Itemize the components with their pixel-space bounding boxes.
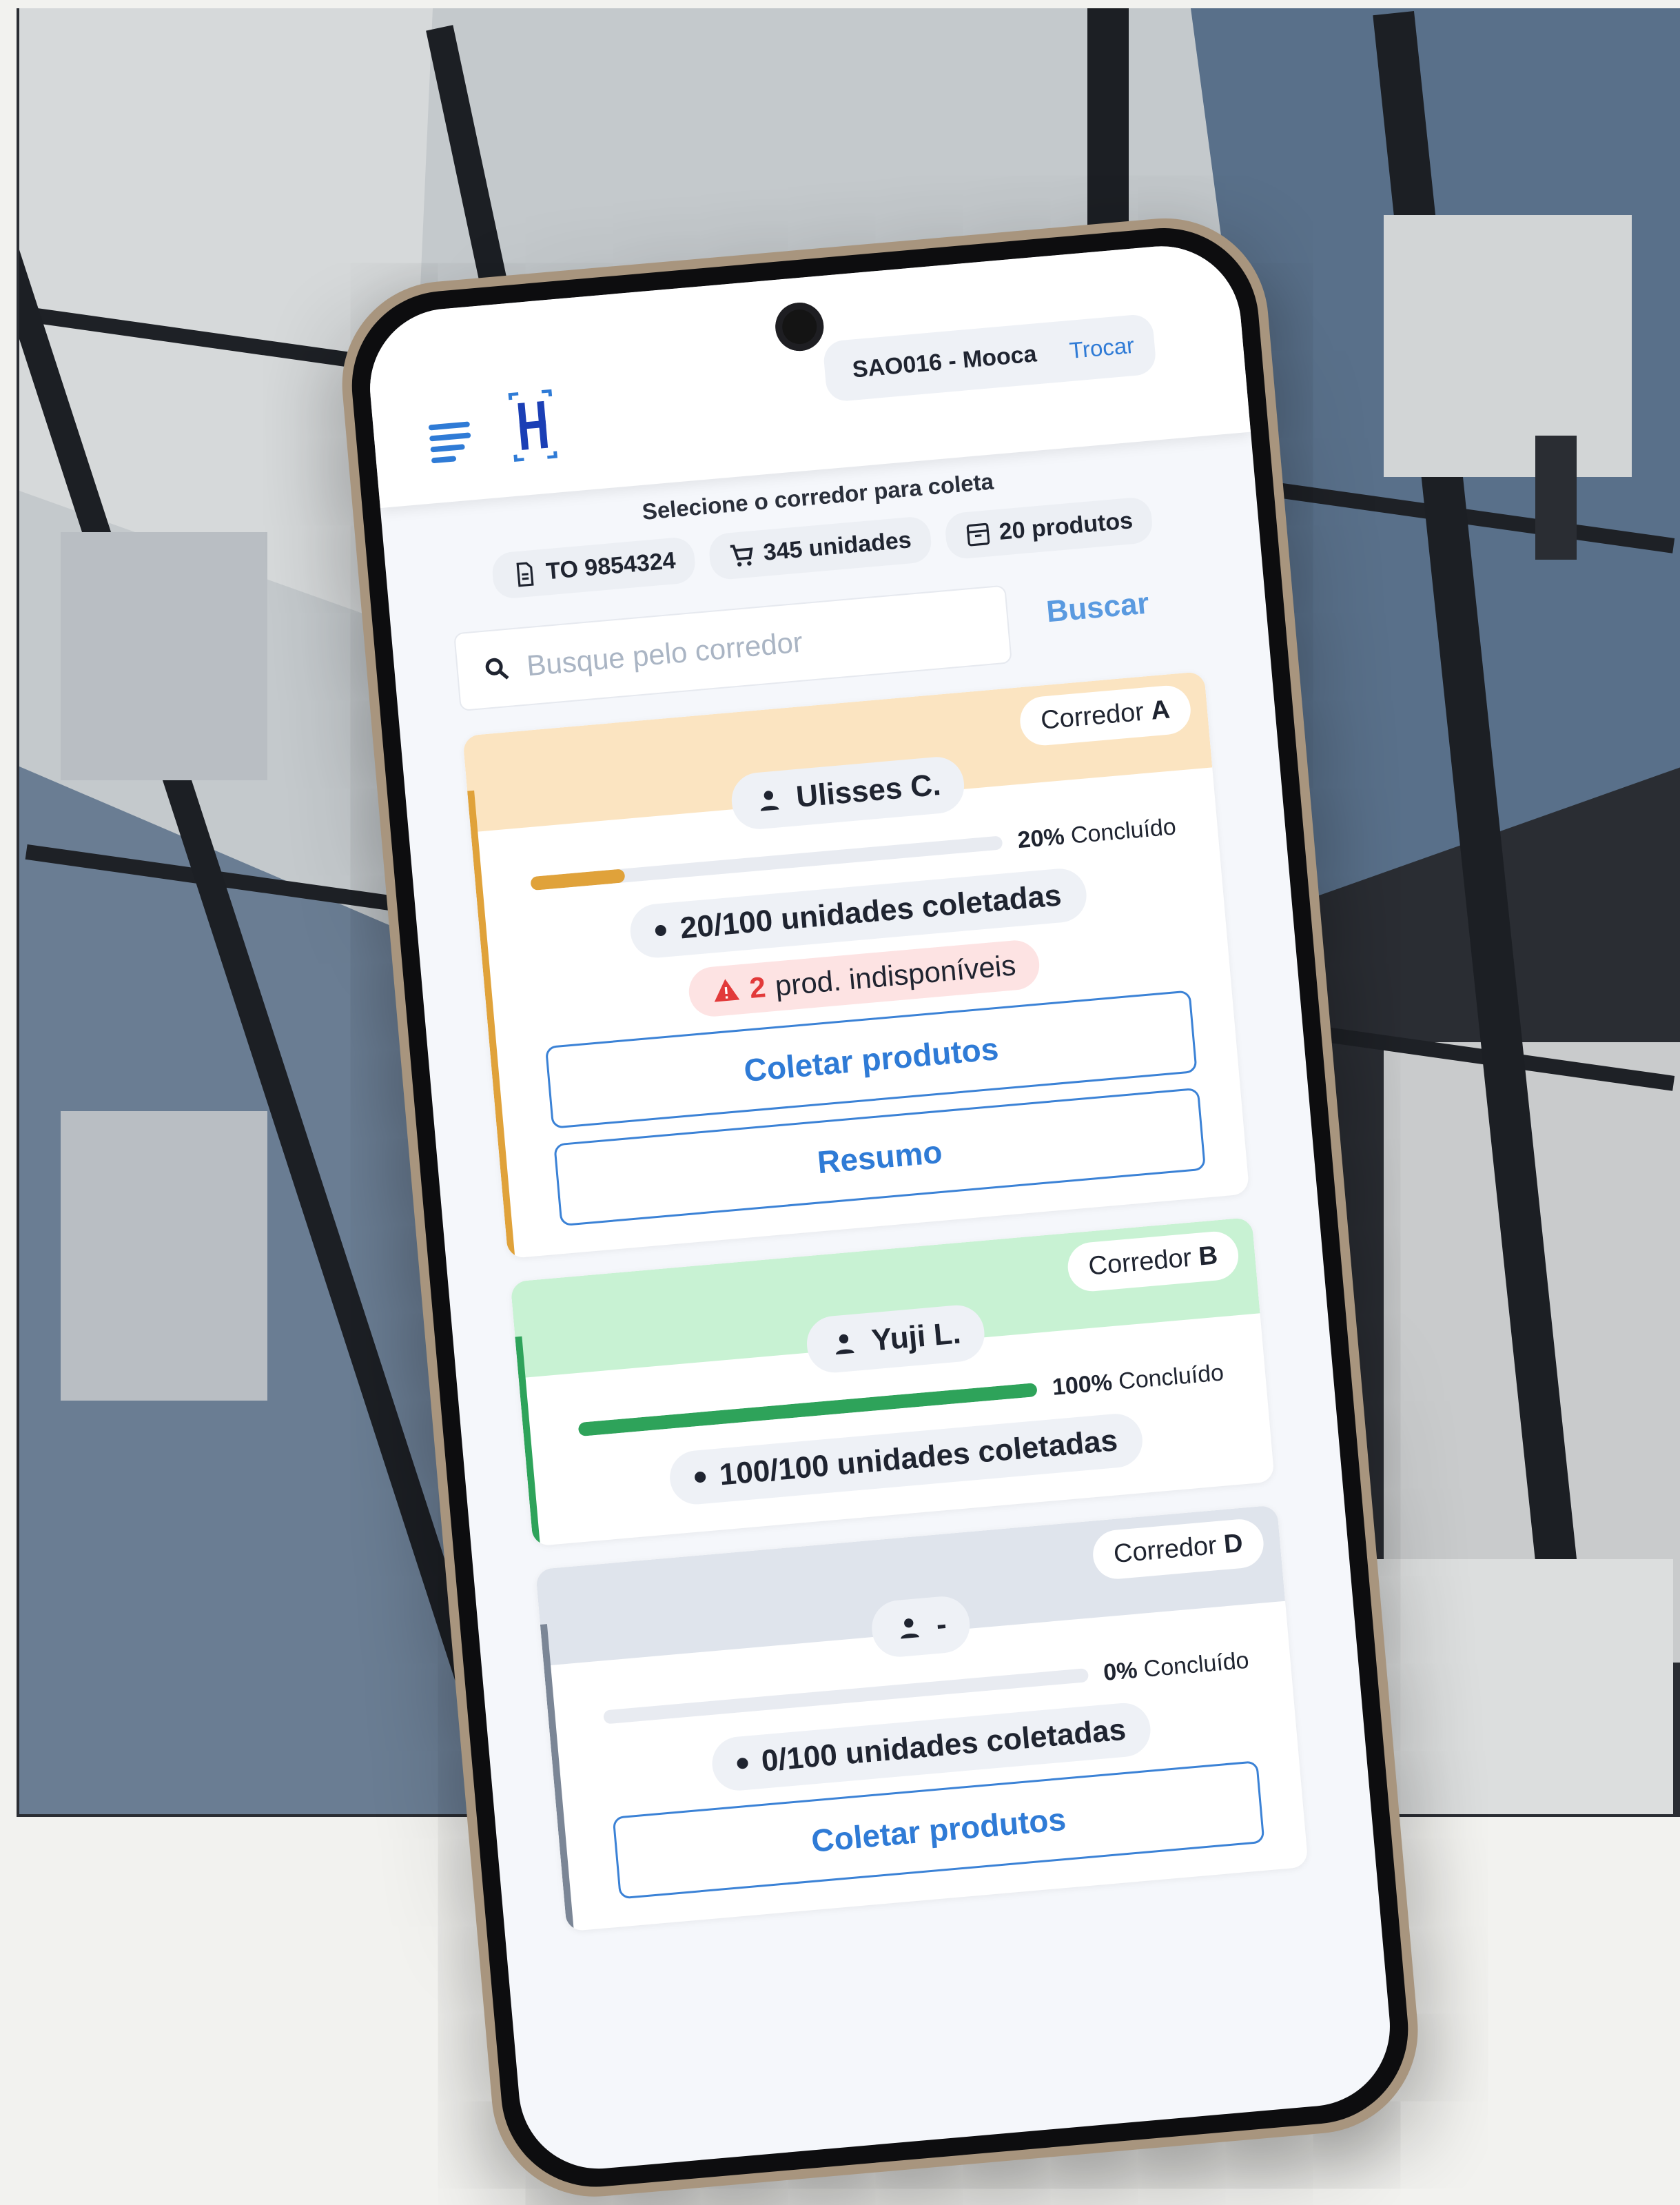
store-selector: SAO016 - Mooca Trocar [822, 313, 1158, 403]
phone-mockup: SAO016 - Mooca Trocar Selecione o corred… [334, 210, 1426, 2205]
phone-screen: SAO016 - Mooca Trocar Selecione o corred… [363, 239, 1397, 2175]
user-name: Yuji L. [870, 1316, 963, 1358]
corridor-list: Corredor A Ulisses C. 20% Concluído 20/1… [462, 671, 1311, 1955]
search-input[interactable] [524, 607, 1010, 684]
order-id: TO 9854324 [544, 547, 677, 585]
person-icon [901, 1618, 919, 1639]
corridor-label-prefix: Corredor [1112, 1531, 1218, 1569]
switch-store-link[interactable]: Trocar [1068, 332, 1135, 364]
progress-percent: 100% [1051, 1369, 1114, 1401]
units-chip: 345 unidades [708, 515, 933, 581]
corridor-card-body: - 0% Concluído 0/100 unidades coletadas … [541, 1567, 1309, 1931]
progress-percent: 20% [1016, 823, 1066, 854]
user-name: Ulisses C. [795, 767, 943, 815]
document-icon [516, 562, 534, 587]
store-name: SAO016 - Mooca [851, 340, 1038, 383]
units-collected-text: 0/100 unidades coletadas [759, 1712, 1127, 1778]
unavailable-count: 2 [748, 971, 768, 1004]
logo-icon [508, 389, 558, 463]
unavailable-badge: 2 prod. indisponíveis [687, 938, 1041, 1019]
corridor-card-body: Ulisses C. 20% Concluído 20/100 unidades… [468, 733, 1249, 1259]
search-button[interactable]: Buscar [1045, 587, 1151, 630]
corridor-label-prefix: Corredor [1087, 1243, 1193, 1281]
corridor-letter: A [1149, 695, 1171, 726]
unavailable-text: prod. indisponíveis [773, 948, 1017, 1002]
corridor-letter: D [1222, 1528, 1244, 1560]
person-icon [836, 1334, 854, 1355]
units-total: 345 unidades [762, 527, 913, 566]
progress-percent: 0% [1102, 1656, 1139, 1686]
assigned-user: - [869, 1594, 972, 1659]
user-name: - [934, 1607, 948, 1642]
corridor-label-prefix: Corredor [1039, 697, 1145, 735]
products-chip: 20 produtos [943, 496, 1154, 560]
search-box[interactable] [453, 585, 1012, 712]
corridor-card-d: Corredor D - 0% Concluído 0/100 unidades… [535, 1505, 1309, 1932]
warning-icon [715, 979, 740, 1002]
corridor-card-a: Corredor A Ulisses C. 20% Concluído 20/1… [462, 671, 1250, 1259]
search-icon [485, 658, 509, 680]
corridor-letter: B [1197, 1241, 1219, 1272]
products-total: 20 produtos [998, 507, 1134, 545]
phone-bezel: SAO016 - Mooca Trocar Selecione o corred… [344, 220, 1416, 2195]
phone-frame: SAO016 - Mooca Trocar Selecione o corred… [334, 210, 1426, 2205]
box-icon [966, 522, 990, 546]
corridor-card-b: Corredor B Yuji L. 100% Concluído 100/10… [510, 1217, 1275, 1547]
units-collected-text: 100/100 unidades coletadas [718, 1423, 1119, 1492]
order-chip: TO 9854324 [491, 536, 697, 600]
progress-fill [530, 868, 626, 891]
cart-icon [730, 544, 753, 567]
progress-fill [603, 1710, 604, 1725]
menu-icon[interactable] [428, 421, 473, 464]
person-icon [760, 791, 779, 811]
